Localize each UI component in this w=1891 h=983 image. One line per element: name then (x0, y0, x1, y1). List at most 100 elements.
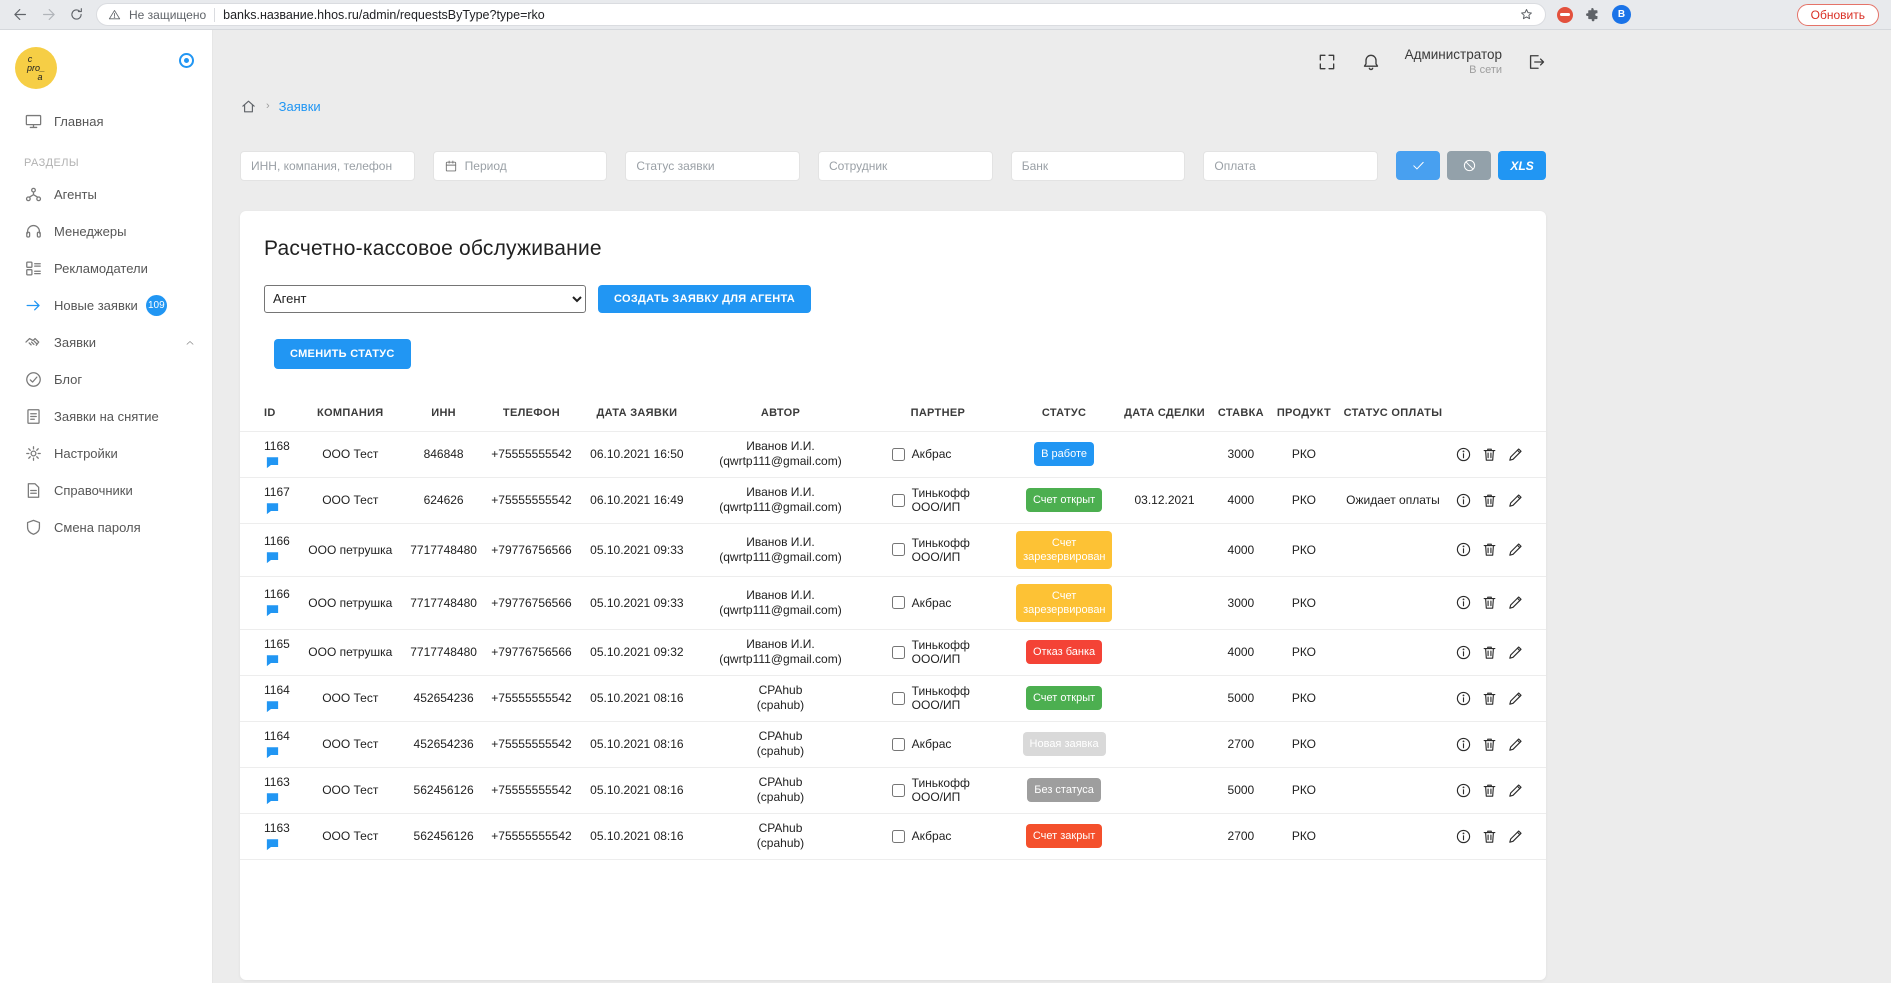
forward-icon[interactable] (40, 6, 57, 23)
info-icon[interactable] (1455, 446, 1472, 463)
edit-icon[interactable] (1507, 828, 1524, 845)
partner-checkbox[interactable] (891, 596, 905, 610)
sidebar-item-managers[interactable]: Менеджеры (0, 213, 212, 250)
partner-checkbox[interactable] (891, 447, 905, 461)
delete-icon[interactable] (1481, 541, 1498, 558)
export-xls-button[interactable]: XLS (1498, 151, 1547, 181)
delete-icon[interactable] (1481, 736, 1498, 753)
edit-icon[interactable] (1507, 736, 1524, 753)
sidebar-pin-target-icon[interactable] (179, 53, 194, 68)
edit-icon[interactable] (1507, 594, 1524, 611)
bell-icon[interactable] (1361, 52, 1381, 72)
breadcrumb-current[interactable]: Заявки (279, 99, 321, 114)
home-icon[interactable] (240, 98, 257, 115)
partner-checkbox[interactable] (891, 783, 905, 797)
sidebar-item-home[interactable]: Главная (0, 103, 212, 140)
table-row: 1166 ООО петрушка 7717748480 +79776756566 05… (240, 522, 1546, 577)
back-icon[interactable] (12, 6, 29, 23)
author-name: CPAhub (758, 775, 803, 790)
partner-checkbox[interactable] (891, 737, 905, 751)
info-icon[interactable] (1455, 736, 1472, 753)
chat-icon[interactable] (265, 837, 280, 852)
sidebar-item-agents[interactable]: Агенты (0, 176, 212, 213)
column-header: ID (264, 406, 276, 419)
employee-filter-input[interactable] (829, 158, 982, 173)
info-icon[interactable] (1455, 492, 1472, 509)
address-bar[interactable]: Не защищено banks.название.hhos.ru/admin… (96, 3, 1546, 26)
url-text: banks.название.hhos.ru/admin/requestsByT… (223, 7, 545, 22)
edit-icon[interactable] (1507, 446, 1524, 463)
chat-icon[interactable] (265, 653, 280, 668)
info-icon[interactable] (1455, 594, 1472, 611)
chat-icon[interactable] (265, 455, 280, 470)
delete-icon[interactable] (1481, 446, 1498, 463)
change-status-button[interactable]: СМЕНИТЬ СТАТУС (274, 338, 411, 369)
delete-icon[interactable] (1481, 690, 1498, 707)
company-cell: ООО Тест (297, 720, 403, 768)
chat-icon[interactable] (265, 550, 280, 565)
sidebar-item-blog[interactable]: Блог (0, 361, 212, 398)
request-status-filter-input[interactable] (636, 158, 790, 173)
adblock-extension-icon[interactable] (1557, 6, 1573, 23)
author-name: Иванов И.И. (746, 485, 815, 500)
create-request-button[interactable]: СОЗДАТЬ ЗАЯВКУ ДЛЯ АГЕНТА (598, 284, 812, 313)
delete-icon[interactable] (1481, 492, 1498, 509)
chat-icon[interactable] (265, 699, 280, 714)
info-icon[interactable] (1455, 541, 1472, 558)
bookmark-star-icon[interactable] (1519, 7, 1534, 22)
period-filter-input[interactable] (464, 158, 597, 173)
fullscreen-icon[interactable] (1317, 52, 1337, 72)
partner-checkbox[interactable] (891, 493, 905, 507)
refresh-page-button[interactable]: Обновить (1796, 3, 1879, 26)
delete-icon[interactable] (1481, 644, 1498, 661)
sidebar-item-settings[interactable]: Настройки (0, 435, 212, 472)
query-filter-input[interactable] (251, 158, 404, 173)
phone-cell: +75555555542 (484, 674, 579, 722)
payment-filter-input[interactable] (1214, 158, 1368, 173)
sidebar-item-requests[interactable]: Заявки (0, 324, 212, 361)
status-badge: Счет закрыт (1025, 824, 1103, 849)
request-id: 1163 (264, 774, 290, 789)
sidebar-item-advertisers[interactable]: Рекламодатели (0, 250, 212, 287)
clear-filters-button[interactable] (1447, 151, 1492, 181)
extensions-puzzle-icon[interactable] (1584, 6, 1601, 23)
sidebar-item-change-password[interactable]: Смена пароля (0, 509, 212, 546)
edit-icon[interactable] (1507, 690, 1524, 707)
chat-icon[interactable] (265, 791, 280, 806)
edit-icon[interactable] (1507, 644, 1524, 661)
partner-checkbox[interactable] (891, 645, 905, 659)
sidebar-item-withdrawal-requests[interactable]: Заявки на снятие (0, 398, 212, 435)
sidebar-item-new-requests[interactable]: Новые заявки 109 (0, 287, 212, 324)
info-icon[interactable] (1455, 782, 1472, 799)
info-icon[interactable] (1455, 690, 1472, 707)
agent-select[interactable]: Агент (264, 284, 586, 313)
info-icon[interactable] (1455, 644, 1472, 661)
refresh-icon[interactable] (68, 6, 85, 23)
ban-icon (1462, 158, 1477, 173)
chat-icon[interactable] (265, 501, 280, 516)
delete-icon[interactable] (1481, 828, 1498, 845)
logout-icon[interactable] (1526, 52, 1546, 72)
chat-icon[interactable] (265, 745, 280, 760)
edit-icon[interactable] (1507, 782, 1524, 799)
partner-checkbox[interactable] (891, 543, 905, 557)
payment-status-cell (1336, 720, 1449, 768)
bank-filter-input[interactable] (1021, 158, 1175, 173)
sidebar-item-directories[interactable]: Справочники (0, 472, 212, 509)
edit-icon[interactable] (1507, 492, 1524, 509)
sidebar-section-label: РАЗДЕЛЫ (24, 157, 80, 169)
chat-icon[interactable] (265, 603, 280, 618)
request-id: 1164 (264, 682, 290, 697)
delete-icon[interactable] (1481, 594, 1498, 611)
app-logo[interactable]: c pro_ a (15, 47, 57, 89)
delete-icon[interactable] (1481, 782, 1498, 799)
partner-checkbox[interactable] (891, 691, 905, 705)
partner-checkbox[interactable] (891, 829, 905, 843)
partner-name: Акбрас (911, 737, 952, 752)
apply-filters-button[interactable] (1396, 151, 1441, 181)
edit-icon[interactable] (1507, 541, 1524, 558)
column-header-actions (1449, 397, 1546, 432)
browser-profile-avatar[interactable]: B (1612, 5, 1631, 24)
warning-icon[interactable] (108, 8, 121, 21)
info-icon[interactable] (1455, 828, 1472, 845)
